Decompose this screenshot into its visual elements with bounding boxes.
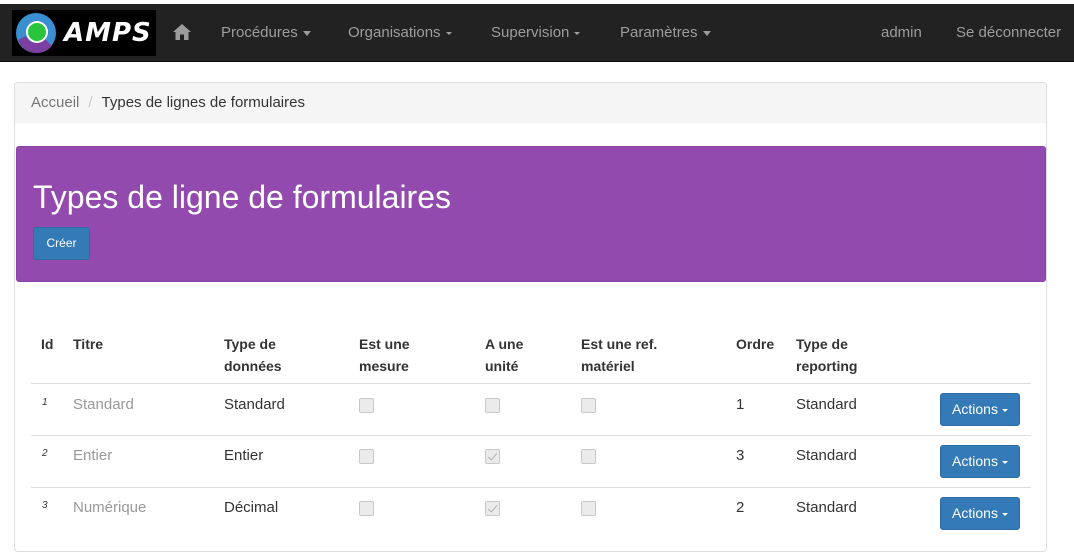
actions-button[interactable]: Actions: [940, 497, 1020, 530]
col-header-id[interactable]: Id: [41, 333, 53, 355]
row-id: 2: [42, 448, 48, 459]
logo-emblem: [12, 10, 62, 56]
table-divider: [31, 435, 1031, 436]
unite-checkbox: [485, 501, 500, 516]
col-header-reporting[interactable]: Type de reporting: [796, 333, 857, 377]
amps-logo[interactable]: AMPS: [12, 10, 156, 56]
col-header-ref-materiel[interactable]: Est une ref. matériel: [581, 333, 657, 377]
chevron-down-icon: [1001, 512, 1008, 516]
menu-parametres[interactable]: Paramètres: [620, 4, 711, 61]
breadcrumb-separator: /: [88, 94, 93, 111]
mesure-checkbox: [359, 398, 374, 413]
mesure-checkbox: [359, 449, 374, 464]
page-title: Types de ligne de formulaires: [33, 179, 451, 215]
chevron-down-icon: [1001, 408, 1008, 412]
ref-materiel-checkbox: [581, 398, 596, 413]
table-divider: [31, 487, 1031, 488]
user-menu-admin[interactable]: admin: [881, 4, 922, 61]
menu-supervision-label: Supervision: [491, 24, 570, 41]
page-header-banner: Types de ligne de formulaires Créer: [16, 146, 1046, 282]
menu-organisations-label: Organisations: [348, 24, 441, 41]
content-panel: Accueil / Types de lignes de formulaires T…: [14, 82, 1047, 552]
row-type: Décimal: [224, 499, 279, 516]
actions-button[interactable]: Actions: [940, 445, 1020, 478]
menu-procedures[interactable]: Procédures: [221, 4, 311, 61]
row-titre[interactable]: Entier: [73, 446, 112, 466]
checkmark-icon: [487, 502, 498, 513]
breadcrumb: Accueil / Types de lignes de formulaires: [15, 83, 1046, 123]
breadcrumb-current: Types de lignes de formulaires: [101, 94, 305, 111]
unite-checkbox: [485, 449, 500, 464]
create-button[interactable]: Créer: [33, 227, 90, 260]
row-type: Standard: [224, 396, 285, 413]
unite-checkbox: [485, 398, 500, 413]
chevron-down-icon: [1001, 460, 1008, 464]
row-id: 1: [42, 397, 48, 408]
row-reporting: Standard: [796, 499, 857, 516]
actions-button[interactable]: Actions: [940, 393, 1020, 426]
menu-organisations[interactable]: Organisations: [348, 4, 452, 61]
brand-name: AMPS: [64, 18, 152, 48]
col-header-ordre[interactable]: Ordre: [736, 333, 774, 355]
row-type: Entier: [224, 447, 264, 464]
col-header-type-donnees[interactable]: Type de données: [224, 333, 282, 377]
menu-parametres-label: Paramètres: [620, 24, 698, 41]
checkmark-icon: [487, 450, 498, 461]
home-icon[interactable]: [173, 24, 191, 40]
row-titre[interactable]: Standard: [73, 395, 134, 415]
chevron-down-icon: [702, 30, 711, 36]
menu-procedures-label: Procédures: [221, 24, 298, 41]
logout-link[interactable]: Se déconnecter: [956, 4, 1061, 61]
table-divider: [31, 383, 1031, 384]
chevron-down-icon: [445, 31, 452, 35]
chevron-down-icon: [302, 30, 311, 36]
row-ordre: 2: [736, 499, 745, 516]
row-reporting: Standard: [796, 396, 857, 413]
menu-supervision[interactable]: Supervision: [491, 4, 581, 61]
row-reporting: Standard: [796, 447, 857, 464]
breadcrumb-home-link[interactable]: Accueil: [31, 94, 79, 111]
col-header-titre[interactable]: Titre: [73, 333, 103, 355]
mesure-checkbox: [359, 501, 374, 516]
ref-materiel-checkbox: [581, 449, 596, 464]
top-navbar: AMPS Procédures Organisations Supervisio…: [0, 0, 1074, 62]
chevron-down-icon: [574, 31, 581, 35]
row-id: 3: [42, 500, 48, 511]
row-titre[interactable]: Numérique: [73, 498, 146, 518]
col-header-unite[interactable]: A une unité: [485, 333, 523, 377]
row-ordre: 3: [736, 447, 745, 464]
col-header-mesure[interactable]: Est une mesure: [359, 333, 410, 377]
ref-materiel-checkbox: [581, 501, 596, 516]
row-ordre: 1: [736, 396, 745, 413]
